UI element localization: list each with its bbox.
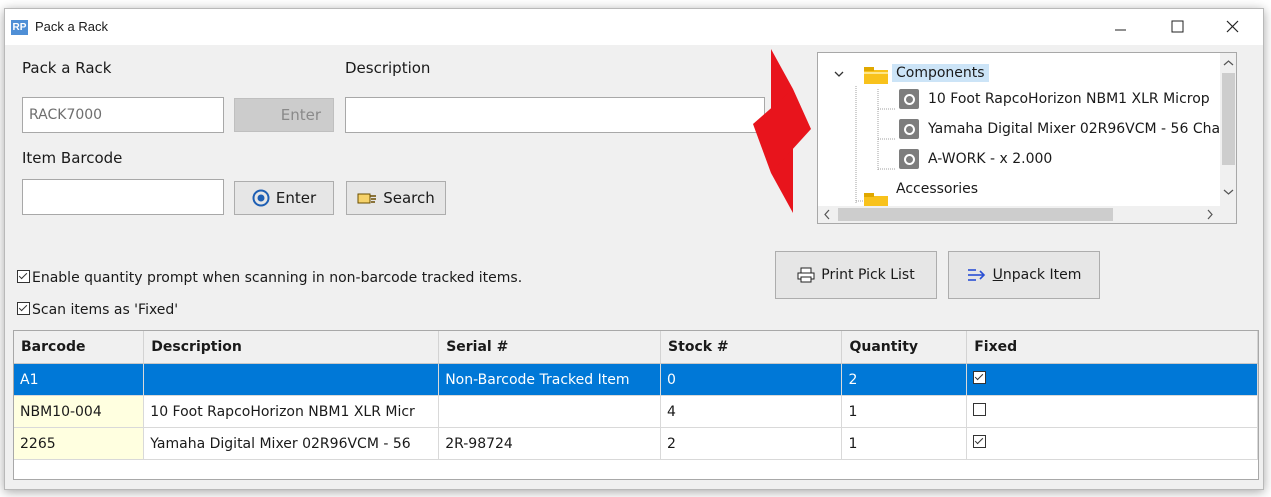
chevron-down-icon[interactable] [833, 70, 845, 80]
column-header-fixed[interactable]: Fixed [966, 331, 1258, 364]
column-header-quantity[interactable]: Quantity [841, 331, 968, 364]
description-label: Description [345, 59, 431, 77]
scroll-left-icon[interactable] [823, 209, 831, 220]
barcode-enter-button[interactable]: Enter [234, 181, 334, 215]
fixed-checkbox[interactable] [973, 435, 987, 448]
tree-vertical-scrollbar[interactable] [1220, 53, 1236, 206]
rack-enter-label: Enter [280, 106, 321, 124]
item-icon [899, 149, 919, 169]
stock-cell[interactable]: 4 [660, 395, 843, 428]
column-header-description[interactable]: Description [143, 331, 440, 364]
quantity-prompt-label: Enable quantity prompt when scanning in … [32, 270, 523, 286]
title-bar: RP Pack a Rack [5, 9, 1263, 45]
description-cell[interactable]: Yamaha Digital Mixer 02R96VCM - 56 [143, 427, 440, 460]
search-button[interactable]: Search [346, 181, 446, 215]
close-button[interactable] [1209, 9, 1255, 45]
target-icon [252, 189, 270, 207]
rack-items-grid[interactable]: Barcode Description Serial # Stock # Qua… [13, 330, 1259, 480]
description-cell[interactable]: 10 Foot RapcoHorizon NBM1 XLR Micr [143, 395, 440, 428]
table-row[interactable]: 2265 Yamaha Digital Mixer 02R96VCM - 56 … [14, 427, 1258, 460]
scroll-corner [1220, 206, 1236, 223]
maximize-icon [1171, 20, 1184, 33]
red-arrow-annotation [753, 49, 811, 213]
fixed-cell[interactable] [966, 395, 1258, 428]
stock-cell[interactable]: 0 [660, 363, 843, 396]
tree-horizontal-scrollbar[interactable] [818, 206, 1220, 223]
item-barcode-label: Item Barcode [22, 149, 123, 167]
barcode-cell[interactable]: A1 [14, 363, 145, 396]
items-table: Barcode Description Serial # Stock # Qua… [14, 331, 1258, 460]
rack-contents-tree[interactable]: Components 10 Foot RapcoHorizon NBM1 XLR… [817, 52, 1237, 224]
column-header-stock[interactable]: Stock # [660, 331, 843, 364]
quantity-prompt-checkbox[interactable]: Enable quantity prompt when scanning in … [17, 270, 522, 286]
quantity-cell[interactable]: 1 [841, 395, 968, 428]
print-pick-list-button[interactable]: Print Pick List [775, 251, 937, 299]
description-cell[interactable] [143, 363, 440, 396]
close-icon [1226, 20, 1239, 33]
tree-node-components[interactable]: Components [892, 64, 989, 82]
scan-fixed-label: Scan items as 'Fixed' [32, 302, 179, 318]
tree-node-item[interactable]: A-WORK - x 2.000 [928, 151, 1052, 167]
horizontal-scroll-thumb[interactable] [838, 208, 1113, 221]
tree-node-accessories[interactable]: Accessories [896, 181, 978, 197]
pack-a-rack-window: RP Pack a Rack Pack a Rack RACK7000 Ente… [4, 8, 1264, 490]
fixed-checkbox[interactable] [973, 371, 987, 384]
fixed-cell[interactable] [966, 363, 1258, 396]
scroll-down-icon[interactable] [1223, 188, 1234, 196]
tree-node-item[interactable]: 10 Foot RapcoHorizon NBM1 XLR Microp [928, 91, 1210, 107]
item-icon [899, 119, 919, 139]
column-header-serial[interactable]: Serial # [438, 331, 662, 364]
header-row: Barcode Description Serial # Stock # Qua… [14, 331, 1258, 364]
minimize-icon [1115, 29, 1126, 31]
table-row[interactable]: A1 Non-Barcode Tracked Item 0 2 [14, 363, 1258, 396]
scroll-right-icon[interactable] [1206, 209, 1214, 220]
unpack-item-button[interactable]: Unpack Item [948, 251, 1100, 299]
barcode-enter-label: Enter [275, 189, 317, 207]
minimize-button[interactable] [1097, 9, 1143, 45]
serial-cell[interactable] [438, 395, 662, 428]
checkbox-checked-icon[interactable] [17, 302, 30, 315]
app-logo-icon: RP [11, 20, 28, 35]
quantity-cell[interactable]: 1 [841, 427, 968, 460]
barcode-cell[interactable]: NBM10-004 [14, 395, 145, 428]
vertical-scroll-thumb[interactable] [1222, 73, 1235, 165]
scan-fixed-checkbox[interactable]: Scan items as 'Fixed' [17, 302, 178, 318]
search-hand-icon [357, 193, 377, 204]
description-input[interactable] [345, 97, 765, 133]
quantity-cell[interactable]: 2 [841, 363, 968, 396]
checkbox-checked-icon[interactable] [17, 270, 30, 283]
tree-node-item[interactable]: Yamaha Digital Mixer 02R96VCM - 56 Cha [928, 121, 1220, 137]
unpack-arrow-icon [967, 269, 985, 281]
item-barcode-input[interactable] [22, 179, 224, 215]
column-header-barcode[interactable]: Barcode [14, 331, 145, 364]
folder-icon [864, 67, 888, 84]
window-title: Pack a Rack [35, 19, 108, 34]
search-label: Search [383, 189, 435, 207]
barcode-cell[interactable]: 2265 [14, 427, 145, 460]
stock-cell[interactable]: 2 [660, 427, 843, 460]
fixed-cell[interactable] [966, 427, 1258, 460]
scroll-up-icon[interactable] [1223, 59, 1234, 67]
serial-cell[interactable]: 2R-98724 [438, 427, 662, 460]
pack-a-rack-label: Pack a Rack [22, 59, 112, 77]
rack-enter-button[interactable]: Enter [234, 98, 334, 132]
unpack-item-label: Unpack Item [992, 267, 1082, 283]
print-pick-list-label: Print Pick List [821, 267, 915, 283]
fixed-checkbox[interactable] [973, 403, 987, 416]
rack-code-input[interactable]: RACK7000 [22, 97, 224, 133]
printer-icon [797, 267, 815, 283]
table-row[interactable]: NBM10-004 10 Foot RapcoHorizon NBM1 XLR … [14, 395, 1258, 428]
maximize-button[interactable] [1154, 9, 1200, 45]
item-icon [899, 89, 919, 109]
serial-cell[interactable]: Non-Barcode Tracked Item [438, 363, 662, 396]
